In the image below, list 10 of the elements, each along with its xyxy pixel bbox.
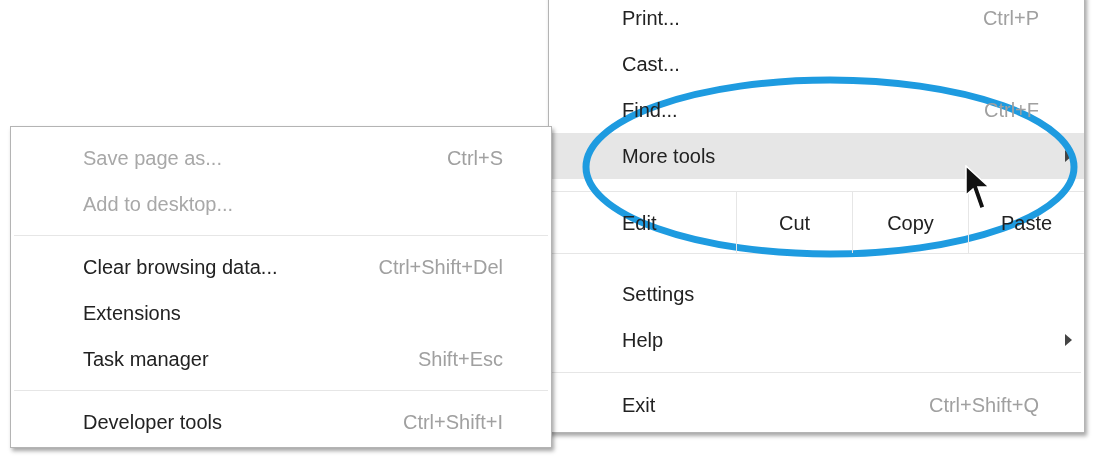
submenu-arrow-icon — [1065, 334, 1072, 346]
menu-item[interactable]: Task manager Shift+Esc — [11, 336, 551, 382]
menu-item[interactable]: Clear browsing data... Ctrl+Shift+Del — [11, 244, 551, 290]
edit-action-button[interactable]: Cut — [736, 192, 852, 253]
menu-item[interactable]: Developer tools Ctrl+Shift+I — [11, 399, 551, 445]
menu-item[interactable]: Cast... — [549, 41, 1084, 87]
menu-item[interactable]: Extensions — [11, 290, 551, 336]
menu-item[interactable]: More tools — [549, 133, 1084, 179]
menu-item[interactable]: Print... Ctrl+P — [549, 0, 1084, 41]
submenu-arrow-icon — [1065, 150, 1072, 162]
